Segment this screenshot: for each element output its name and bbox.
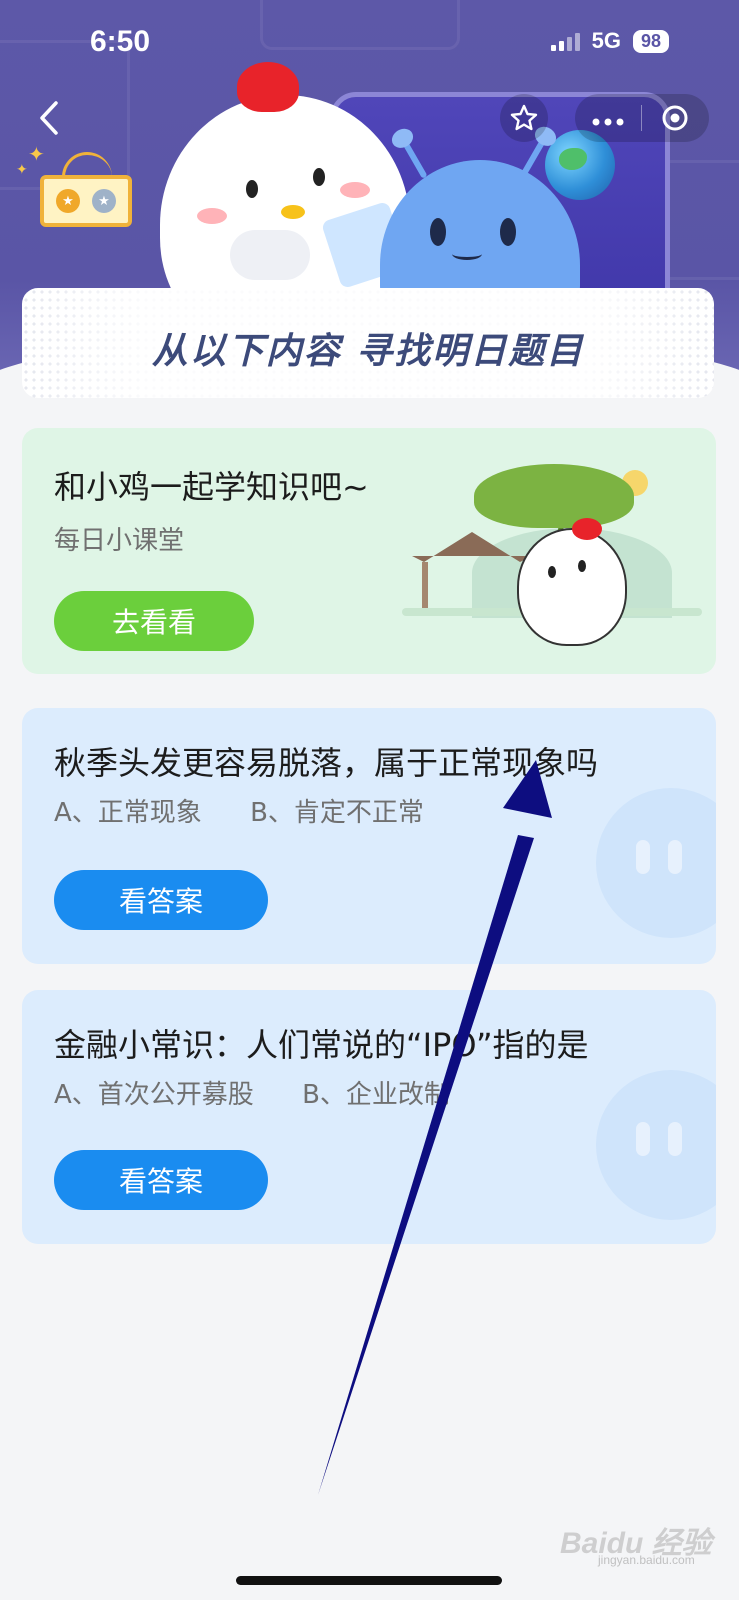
go-see-button[interactable]: 去看看 [54, 591, 254, 651]
mini-program-capsule [575, 94, 709, 142]
chicken-comb [572, 518, 602, 540]
medal-badge: ★ ★ [40, 175, 132, 227]
alien-eye [430, 218, 446, 246]
signal-icon [550, 31, 580, 51]
chicken-eye [246, 180, 258, 198]
chicken-hand [230, 230, 310, 280]
watermark-domain: jingyan.baidu.com [598, 1553, 695, 1567]
chicken-eye [578, 560, 586, 572]
chevron-left-icon [40, 101, 58, 135]
question-card[interactable]: 金融小常识：人们常说的“IPO”指的是 A、首次公开募股 B、企业改制 看答案 [22, 990, 716, 1244]
card-title: 和小鸡一起学知识吧~ [54, 468, 369, 506]
sparkle-icon: ✦ [16, 162, 28, 178]
option-b: B、肯定不正常 [250, 798, 424, 828]
chat-bubble-decoration [596, 788, 716, 938]
chicken-eye [313, 168, 325, 186]
circuit-decoration [260, 0, 460, 50]
option-b: B、企业改制 [302, 1080, 450, 1110]
star-icon [510, 104, 538, 131]
target-circle-icon [662, 105, 688, 131]
favorite-button[interactable] [500, 94, 548, 142]
chicken-cheek [340, 182, 370, 198]
status-icons: 5G 98 [550, 28, 669, 54]
alien-mouth [452, 248, 482, 260]
view-answer-button[interactable]: 看答案 [54, 1150, 268, 1210]
card-subtitle: 每日小课堂 [54, 526, 185, 556]
network-type: 5G [591, 28, 621, 53]
answer-options: A、正常现象 B、肯定不正常 [54, 792, 464, 829]
gold-medal-icon: ★ [56, 189, 80, 213]
chicken-illustration [517, 528, 627, 646]
close-button[interactable] [642, 103, 708, 133]
sparkle-icon: ✦ [28, 142, 45, 166]
option-a: A、正常现象 [54, 798, 202, 828]
status-time: 6:50 [90, 25, 151, 58]
battery-icon: 98 [632, 29, 669, 53]
silver-medal-icon: ★ [92, 189, 116, 213]
view-answer-button[interactable]: 看答案 [54, 870, 268, 930]
chicken-cheek [197, 208, 227, 224]
more-button[interactable] [575, 96, 641, 140]
home-indicator[interactable] [236, 1576, 502, 1585]
more-dots-icon [592, 118, 624, 126]
headline-card: 从以下内容 寻找明日题目 [22, 288, 714, 398]
alien-eye [500, 218, 516, 246]
option-a: A、首次公开募股 [54, 1080, 254, 1110]
answer-options: A、首次公开募股 B、企业改制 [54, 1074, 490, 1111]
chicken-beak [281, 205, 305, 219]
daily-lesson-card[interactable]: 和小鸡一起学知识吧~ 每日小课堂 去看看 [22, 428, 716, 674]
chicken-comb [237, 62, 299, 112]
chicken-eye [548, 566, 556, 578]
question-card[interactable]: 秋季头发更容易脱落，属于正常现象吗 A、正常现象 B、肯定不正常 看答案 [22, 708, 716, 964]
chat-bubble-decoration [596, 1070, 716, 1220]
question-title: 金融小常识：人们常说的“IPO”指的是 [54, 1026, 589, 1064]
back-button[interactable] [34, 100, 64, 136]
leaf-umbrella-illustration [474, 464, 634, 528]
question-title: 秋季头发更容易脱落，属于正常现象吗 [54, 744, 599, 782]
page-title: 从以下内容 寻找明日题目 [151, 331, 585, 372]
